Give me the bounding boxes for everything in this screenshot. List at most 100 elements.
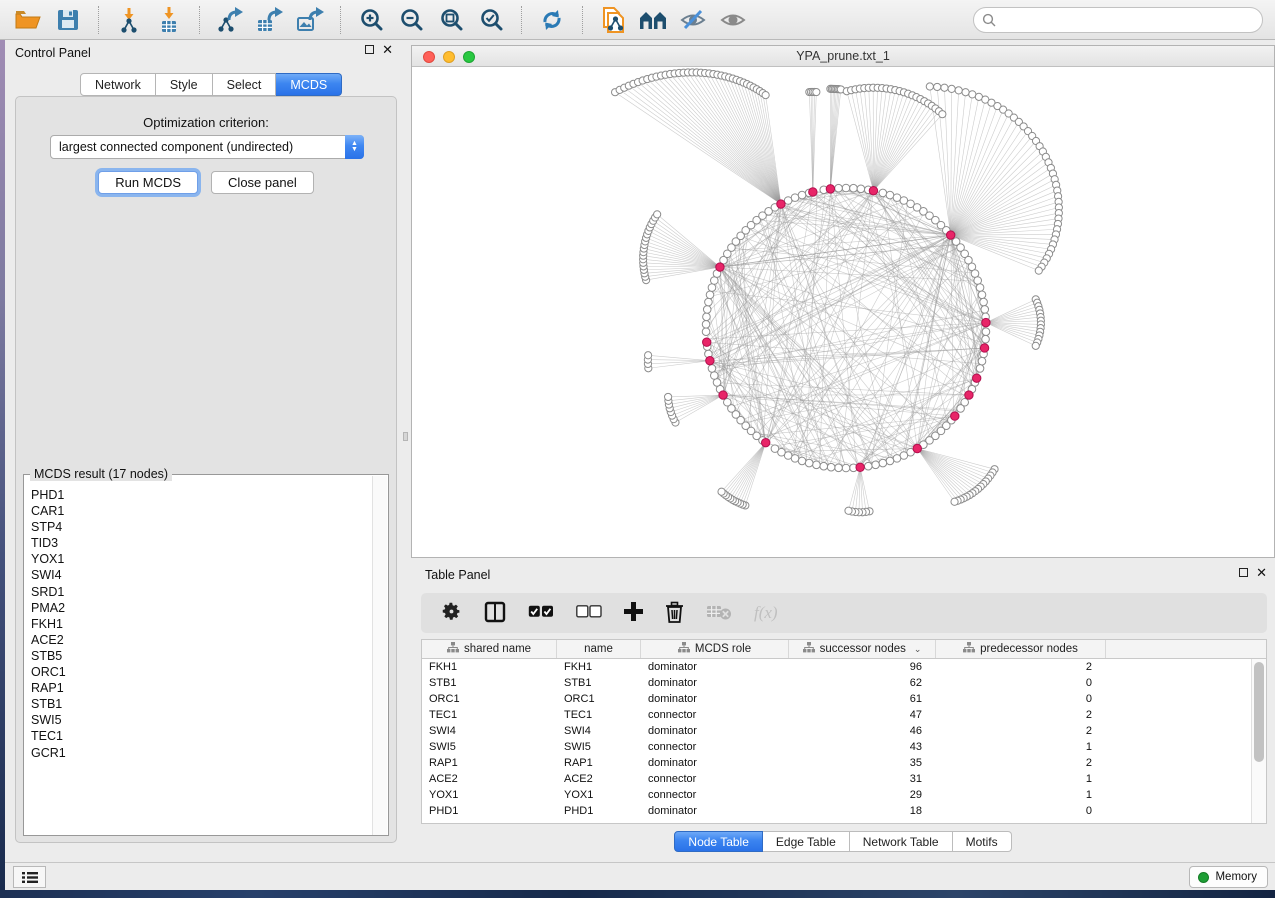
table-cell: 0 (936, 675, 1106, 691)
table-row[interactable]: SWI5SWI5connector431 (422, 739, 1266, 755)
tab-select[interactable]: Select (213, 73, 277, 96)
table-row[interactable]: PHD1PHD1dominator180 (422, 803, 1266, 819)
table-row[interactable]: RAP1RAP1dominator352 (422, 755, 1266, 771)
tab-mcds[interactable]: MCDS (276, 73, 342, 96)
table-row[interactable]: TEC1TEC1connector472 (422, 707, 1266, 723)
table-row[interactable]: FKH1FKH1dominator962 (422, 659, 1266, 675)
export-table-icon (255, 6, 285, 34)
add-column-button[interactable] (624, 602, 643, 624)
table-cell: 2 (936, 659, 1106, 675)
zoom-out-button[interactable] (391, 4, 431, 36)
float-table-panel-icon[interactable] (1239, 568, 1248, 577)
column-header-shared-name[interactable]: shared name (422, 640, 557, 658)
float-panel-icon[interactable] (365, 45, 374, 54)
tab-network-table[interactable]: Network Table (850, 831, 953, 852)
tab-style[interactable]: Style (156, 73, 213, 96)
tab-edge-table[interactable]: Edge Table (763, 831, 850, 852)
first-neighbors-button[interactable] (633, 4, 673, 36)
node-table: shared namenameMCDS rolesuccessor nodes⌄… (421, 639, 1267, 824)
mcds-result-item[interactable]: STB5 (31, 648, 373, 664)
mcds-result-item[interactable]: PMA2 (31, 600, 373, 616)
mcds-result-item[interactable]: ORC1 (31, 664, 373, 680)
deselect-all-button[interactable] (576, 605, 602, 621)
mcds-result-item[interactable]: TID3 (31, 535, 373, 551)
network-window-titlebar[interactable]: YPA_prune.txt_1 (412, 46, 1274, 67)
zoom-fit-button[interactable] (431, 4, 471, 36)
show-all-button[interactable] (713, 4, 753, 36)
splitter-handle[interactable] (403, 432, 408, 441)
column-type-icon (963, 642, 975, 656)
table-cell: 43 (789, 739, 936, 755)
column-header-successor-nodes[interactable]: successor nodes⌄ (789, 640, 936, 658)
import-table-button[interactable] (149, 4, 189, 36)
table-row[interactable]: STB1STB1dominator620 (422, 675, 1266, 691)
column-header-predecessor-nodes[interactable]: predecessor nodes (936, 640, 1106, 658)
close-panel-icon[interactable]: ✕ (382, 45, 393, 54)
export-image-button[interactable] (290, 4, 330, 36)
mcds-result-item[interactable]: SWI5 (31, 712, 373, 728)
mcds-result-item[interactable]: YOX1 (31, 551, 373, 567)
tab-motifs[interactable]: Motifs (953, 831, 1012, 852)
network-window-title: YPA_prune.txt_1 (412, 49, 1274, 63)
mcds-result-item[interactable]: ACE2 (31, 632, 373, 648)
optimization-criterion-label: Optimization criterion: (16, 115, 396, 130)
mcds-result-item[interactable]: PHD1 (31, 487, 373, 503)
table-row[interactable]: ORC1ORC1dominator610 (422, 691, 1266, 707)
column-header-MCDS-role[interactable]: MCDS role (641, 640, 789, 658)
tab-node-table[interactable]: Node Table (674, 831, 763, 852)
close-panel-button[interactable]: Close panel (211, 171, 314, 194)
criterion-dropdown[interactable]: largest connected component (undirected)… (50, 135, 364, 159)
search-box[interactable] (973, 7, 1263, 33)
mcds-result-item[interactable]: SRD1 (31, 584, 373, 600)
mcds-result-item[interactable]: CAR1 (31, 503, 373, 519)
save-session-button[interactable] (48, 4, 88, 36)
mcds-list-scrollbar[interactable] (372, 476, 387, 835)
table-row[interactable]: ACE2ACE2connector311 (422, 771, 1266, 787)
mcds-tab-content: Optimization criterion: largest connecte… (15, 96, 397, 843)
mcds-result-item[interactable]: STB1 (31, 696, 373, 712)
zoom-in-icon (359, 7, 384, 32)
mcds-result-item[interactable]: SWI4 (31, 567, 373, 583)
new-network-from-selection-button[interactable] (593, 4, 633, 36)
zoom-selected-button[interactable] (471, 4, 511, 36)
control-panel-titlebar: Control Panel ✕ (5, 40, 401, 66)
open-file-button[interactable] (8, 4, 48, 36)
table-row[interactable]: YOX1YOX1connector291 (422, 787, 1266, 803)
memory-button[interactable]: Memory (1189, 866, 1268, 888)
close-table-panel-icon[interactable]: ✕ (1256, 568, 1267, 577)
show-columns-button[interactable] (484, 601, 506, 626)
zoom-in-button[interactable] (351, 4, 391, 36)
network-graph-canvas[interactable] (412, 67, 1274, 557)
refresh-button[interactable] (532, 4, 572, 36)
table-panel-title: Table Panel (425, 568, 490, 582)
function-builder-icon: f(x) (754, 603, 778, 623)
export-network-button[interactable] (210, 4, 250, 36)
table-row[interactable]: SWI4SWI4dominator462 (422, 723, 1266, 739)
task-history-button[interactable] (13, 866, 46, 888)
table-settings-button[interactable] (441, 601, 462, 625)
zoom-out-icon (399, 7, 424, 32)
panel-splitter[interactable] (401, 40, 411, 862)
search-input[interactable] (1002, 13, 1262, 27)
table-scrollbar-thumb[interactable] (1254, 662, 1264, 762)
toolbar-separator (98, 6, 99, 34)
search-icon (982, 13, 996, 27)
mcds-result-list[interactable]: PHD1CAR1STP4TID3YOX1SWI4SRD1PMA2FKH1ACE2… (25, 481, 373, 833)
delete-column-button[interactable] (665, 601, 684, 626)
tab-network[interactable]: Network (80, 73, 156, 96)
import-network-button[interactable] (109, 4, 149, 36)
column-header-label: successor nodes (820, 643, 906, 655)
mcds-result-item[interactable]: RAP1 (31, 680, 373, 696)
mcds-result-item[interactable]: TEC1 (31, 728, 373, 744)
table-cell: TEC1 (557, 707, 641, 723)
select-all-button[interactable] (528, 605, 554, 621)
run-mcds-button[interactable]: Run MCDS (98, 171, 198, 194)
column-header-name[interactable]: name (557, 640, 641, 658)
table-scrollbar[interactable] (1251, 659, 1266, 823)
hide-selected-button[interactable] (673, 4, 713, 36)
mcds-result-item[interactable]: FKH1 (31, 616, 373, 632)
export-table-button[interactable] (250, 4, 290, 36)
mcds-result-item[interactable]: STP4 (31, 519, 373, 535)
memory-button-label: Memory (1215, 871, 1257, 883)
mcds-result-item[interactable]: GCR1 (31, 745, 373, 761)
